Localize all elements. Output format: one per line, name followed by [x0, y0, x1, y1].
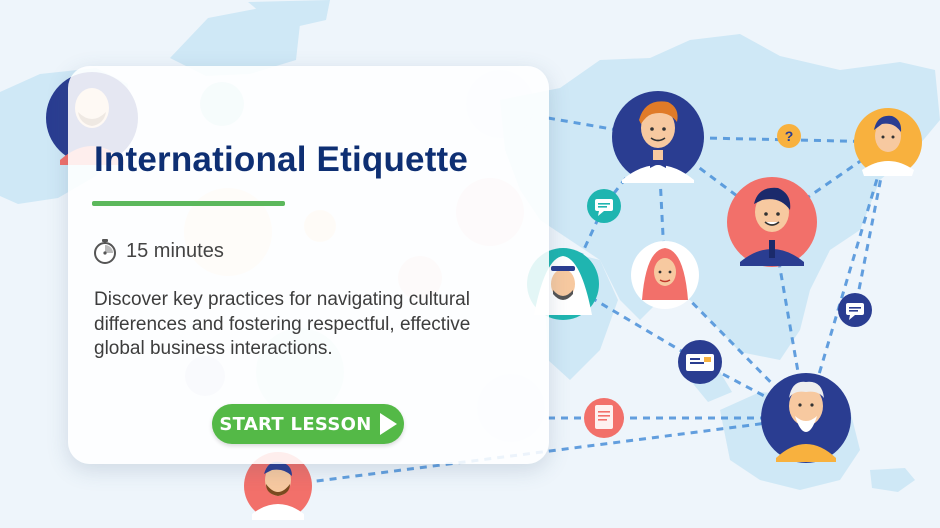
avatar-woman-hijab — [631, 241, 699, 309]
lesson-card: International Etiquette 15 minutes Disco… — [68, 66, 549, 464]
lesson-description: Discover key practices for navigating cu… — [94, 289, 471, 359]
avatar-man-tie — [727, 177, 817, 267]
document-icon — [584, 398, 624, 438]
chat-bubble-icon — [838, 293, 872, 327]
stopwatch-icon — [94, 239, 116, 264]
business-card-icon — [678, 340, 722, 384]
start-lesson-button[interactable]: START LESSON — [212, 404, 404, 444]
question-mark-glyph: ? — [785, 128, 794, 144]
duration-text: 15 minutes — [126, 239, 224, 262]
title-underline — [92, 201, 285, 206]
question-mark-icon: ? — [777, 124, 801, 148]
start-lesson-label: START LESSON — [219, 413, 372, 435]
lesson-title: International Etiquette — [94, 140, 469, 179]
chat-bubble-icon — [587, 189, 621, 223]
avatar-man-bowtie — [612, 91, 704, 183]
avatar-man-blond — [854, 108, 922, 176]
play-icon — [379, 413, 397, 435]
avatar-elder-man — [761, 373, 851, 463]
lesson-duration: 15 minutes — [92, 238, 224, 264]
